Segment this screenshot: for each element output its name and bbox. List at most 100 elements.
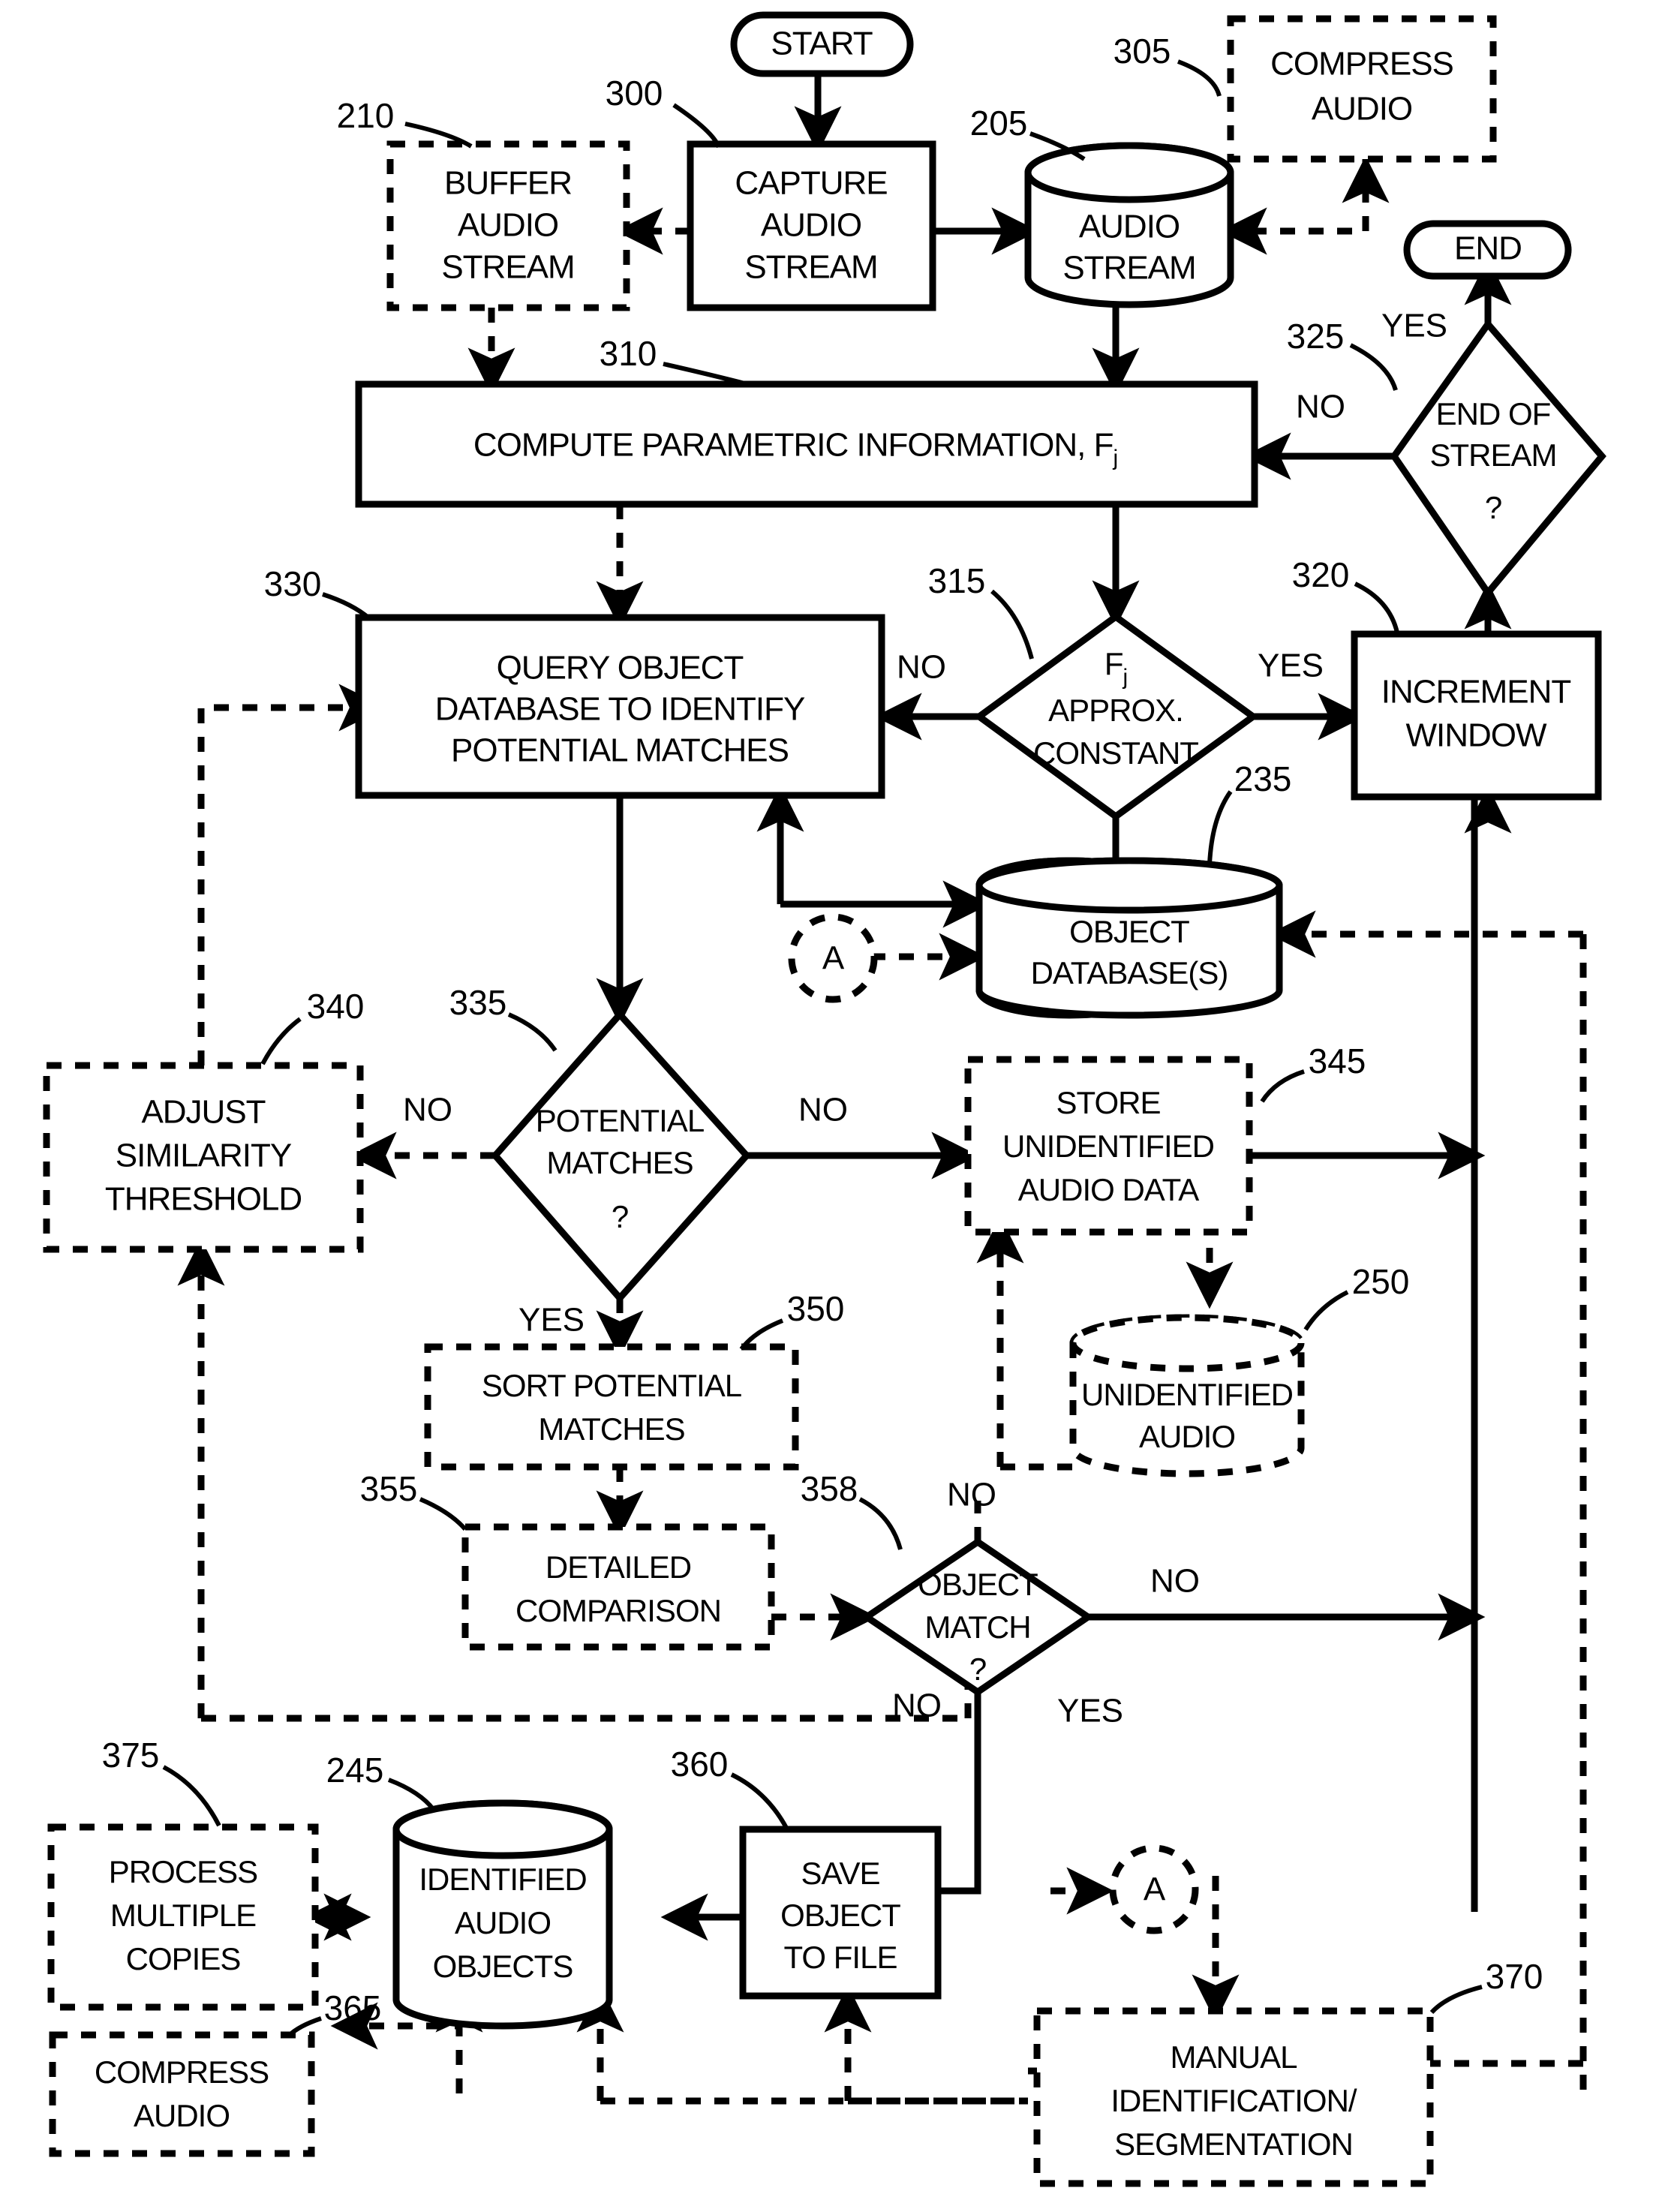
ref-210: 210	[337, 96, 395, 135]
ref-350: 350	[787, 1289, 845, 1328]
node-store-unidentified-audio-data: STORE UNIDENTIFIED AUDIO DATA	[964, 1056, 1253, 1236]
node-start-label: START	[771, 26, 872, 62]
ref-305: 305	[1114, 32, 1171, 71]
leader-370	[1429, 1985, 1483, 2015]
node-approx-line3: CONSTANT	[1033, 735, 1198, 771]
node-object-match-decision: OBJECT MATCH ?	[860, 1537, 1095, 1697]
ref-345: 345	[1309, 1041, 1366, 1080]
edge-label-approx-no: NO	[897, 649, 946, 686]
node-unidentified-audio-db: UNIDENTIFIED AUDIO	[1069, 1314, 1305, 1477]
node-save-line3: TO FILE	[784, 1940, 897, 1975]
edge-identified-to-compress-bot	[330, 2002, 463, 2093]
node-detailed-line2: COMPARISON	[515, 1593, 721, 1628]
node-buffer-line1: BUFFER	[444, 165, 572, 202]
node-adjust-line1: ADJUST	[141, 1094, 265, 1131]
node-save-line1: SAVE	[801, 1856, 880, 1891]
node-objectmatch-line3: ?	[969, 1651, 986, 1687]
node-manual-line2: IDENTIFICATION/	[1111, 2083, 1357, 2118]
leader-345	[1260, 1069, 1305, 1103]
node-objectmatch-line1: OBJECT	[918, 1567, 1038, 1602]
ref-360: 360	[671, 1745, 729, 1784]
node-increment-line2: WINDOW	[1405, 717, 1547, 754]
node-potential-line2: MATCHES	[546, 1145, 693, 1180]
ref-300: 300	[606, 74, 663, 113]
ref-315: 315	[928, 561, 986, 600]
node-audio-stream-db: AUDIO STREAM	[1024, 142, 1234, 308]
node-end-label: END	[1454, 230, 1522, 267]
node-process-multiple-copies: PROCESS MULTIPLE COPIES	[47, 1823, 319, 2011]
edge-label-potential-yes: YES	[518, 1302, 585, 1339]
leader-335	[507, 1012, 558, 1052]
node-objectmatch-line2: MATCH	[924, 1609, 1030, 1645]
leader-355	[419, 1497, 467, 1531]
node-eos-line2: STREAM	[1429, 437, 1556, 473]
node-start: START	[730, 11, 914, 77]
node-manual-line1: MANUAL	[1170, 2039, 1297, 2075]
leader-305	[1177, 59, 1222, 97]
ref-365: 365	[324, 1988, 382, 2027]
edge-label-eos-no: NO	[1296, 389, 1345, 425]
ref-370: 370	[1486, 1957, 1543, 1996]
node-identified-audio-objects-db: IDENTIFIED AUDIO OBJECTS	[392, 1799, 613, 2030]
node-compress-audio-top: COMPRESS AUDIO	[1227, 15, 1497, 163]
leader-315	[990, 589, 1034, 660]
node-eos-line1: END OF	[1436, 396, 1551, 431]
node-query-object-database: QUERY OBJECT DATABASE TO IDENTIFY POTENT…	[355, 614, 885, 799]
ref-320: 320	[1292, 555, 1350, 594]
node-objectdb-line2: DATABASE(S)	[1031, 955, 1228, 990]
edge-label-match-no-bottom: NO	[892, 1688, 942, 1724]
ref-205: 205	[970, 104, 1028, 143]
node-capture-audio-stream: CAPTURE AUDIO STREAM	[687, 140, 936, 311]
node-potential-line3: ?	[612, 1199, 628, 1234]
flowchart-canvas: START BUFFER AUDIO STREAM CAPTURE AUDIO …	[0, 0, 1659, 2212]
leader-330	[322, 592, 371, 621]
node-eos-line3: ?	[1485, 490, 1501, 525]
edge-label-potential-no-right: NO	[798, 1092, 848, 1129]
node-sort-line2: MATCHES	[538, 1411, 684, 1447]
ref-335: 335	[449, 983, 507, 1022]
ref-310: 310	[600, 334, 657, 373]
node-identified-line1: IDENTIFIED	[419, 1862, 586, 1897]
node-detailed-line1: DETAILED	[545, 1549, 691, 1585]
node-end: END	[1403, 220, 1572, 280]
ref-235: 235	[1234, 759, 1292, 798]
node-identified-line2: AUDIO	[455, 1905, 551, 1940]
node-connA-top-label: A	[822, 940, 845, 977]
node-sort-line1: SORT POTENTIAL	[482, 1368, 741, 1403]
leader-375	[162, 1765, 221, 1827]
node-adjust-similarity-threshold: ADJUST SIMILARITY THRESHOLD	[43, 1062, 364, 1253]
node-buffer-audio-stream: BUFFER AUDIO STREAM	[386, 140, 630, 311]
node-objectdb-line1: OBJECT	[1069, 914, 1189, 949]
edge-label-match-yes: YES	[1057, 1693, 1123, 1730]
node-store-line1: STORE	[1056, 1085, 1161, 1120]
leader-340	[260, 1017, 302, 1065]
leader-360	[730, 1772, 789, 1829]
node-query-line3: POTENTIAL MATCHES	[451, 732, 789, 769]
node-processmult-line3: COPIES	[126, 1941, 241, 1976]
node-compress-top-line2: AUDIO	[1312, 91, 1412, 128]
edge-label-match-no-right: NO	[1150, 1563, 1200, 1600]
node-audiostream-line1: AUDIO	[1079, 209, 1180, 245]
node-capture-line1: CAPTURE	[735, 165, 887, 202]
leader-325	[1349, 343, 1398, 391]
node-buffer-line2: AUDIO	[458, 207, 558, 244]
node-compress-bot-line2: AUDIO	[134, 2098, 230, 2133]
node-connA-bot-label: A	[1144, 1871, 1166, 1908]
edge-label-approx-yes: YES	[1258, 648, 1324, 684]
node-detailed-comparison: DETAILED COMPARISON	[461, 1523, 775, 1651]
edge-label-eos-yes: YES	[1381, 308, 1447, 344]
edge-label-match-no-top: NO	[947, 1477, 996, 1513]
leader-245	[387, 1778, 436, 1811]
node-unidentified-line2: AUDIO	[1139, 1419, 1235, 1454]
leader-358	[858, 1497, 903, 1550]
ref-330: 330	[264, 564, 322, 603]
ref-250: 250	[1352, 1262, 1410, 1301]
ref-325: 325	[1287, 317, 1345, 356]
node-audiostream-line2: STREAM	[1062, 250, 1195, 287]
node-manual-line3: SEGMENTATION	[1114, 2126, 1353, 2162]
node-query-line1: QUERY OBJECT	[497, 650, 744, 687]
node-approx-constant-decision: Fj APPROX. CONSTANT	[973, 612, 1259, 821]
node-adjust-line3: THRESHOLD	[105, 1181, 302, 1218]
node-unidentified-line1: UNIDENTIFIED	[1081, 1377, 1293, 1412]
node-compress-top-line1: COMPRESS	[1270, 46, 1453, 83]
